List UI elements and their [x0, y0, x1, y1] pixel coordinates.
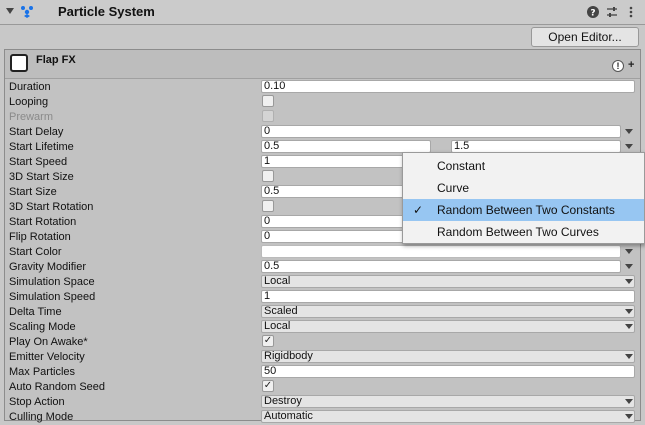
module-title: Flap FX [36, 54, 76, 66]
chevron-down-icon [625, 399, 633, 404]
row-prewarm: Prewarm [0, 110, 645, 125]
row-stop-action: Stop Action Destroy [0, 395, 645, 410]
3d-start-size-checkbox[interactable] [262, 170, 274, 182]
mode-dropdown-menu: Constant Curve ✓ Random Between Two Cons… [402, 152, 645, 244]
play-on-awake-checkbox[interactable]: ✓ [262, 335, 274, 347]
gravity-modifier-label: Gravity Modifier [9, 261, 87, 273]
start-delay-field[interactable]: 0 [261, 125, 621, 138]
auto-random-seed-label: Auto Random Seed [9, 381, 106, 393]
module-header[interactable]: Flap FX ! + [5, 50, 640, 79]
prewarm-label: Prewarm [9, 111, 54, 123]
start-rotation-label: Start Rotation [9, 216, 77, 228]
simulation-speed-label: Simulation Speed [9, 291, 96, 303]
scaling-mode-dropdown[interactable]: Local [261, 320, 635, 333]
delta-time-label: Delta Time [9, 306, 62, 318]
start-color-swatch[interactable] [261, 245, 621, 258]
start-lifetime-mode-dropdown-icon[interactable] [625, 144, 633, 149]
duration-field[interactable]: 0.10 [261, 80, 635, 93]
row-start-delay: Start Delay 0 [0, 125, 645, 140]
help-icon[interactable]: ? [586, 5, 600, 19]
looping-label: Looping [9, 96, 49, 108]
start-size-label: Start Size [9, 186, 57, 198]
module-color-swatch [10, 54, 28, 72]
start-color-mode-dropdown-icon[interactable] [625, 249, 633, 254]
row-simulation-space: Simulation Space Local [0, 275, 645, 290]
simulation-speed-field[interactable]: 1 [261, 290, 635, 303]
row-play-on-awake: Play On Awake* ✓ [0, 335, 645, 350]
checkmark-icon: ✓ [413, 203, 424, 217]
svg-text:?: ? [590, 9, 595, 19]
particle-system-icon [21, 6, 33, 18]
menu-item-label: Random Between Two Constants [437, 203, 615, 217]
chevron-down-icon [625, 309, 633, 314]
3d-start-size-label: 3D Start Size [9, 171, 74, 183]
row-scaling-mode: Scaling Mode Local [0, 320, 645, 335]
menu-item-label: Constant [437, 159, 486, 173]
more-icon[interactable] [624, 5, 638, 19]
chevron-down-icon [625, 354, 633, 359]
simulation-space-label: Simulation Space [9, 276, 95, 288]
menu-item-random-between-two-constants[interactable]: ✓ Random Between Two Constants [403, 199, 644, 221]
menu-item-random-between-two-curves[interactable]: Random Between Two Curves [403, 221, 644, 243]
row-max-particles: Max Particles 50 [0, 365, 645, 380]
row-looping: Looping [0, 95, 645, 110]
row-culling-mode: Culling Mode Automatic [0, 410, 645, 425]
row-auto-random-seed: Auto Random Seed ✓ [0, 380, 645, 395]
open-editor-bar: Open Editor... [0, 25, 645, 47]
row-delta-time: Delta Time Scaled [0, 305, 645, 320]
stop-action-dropdown[interactable]: Destroy [261, 395, 635, 408]
open-editor-button[interactable]: Open Editor... [531, 27, 639, 47]
stop-action-label: Stop Action [9, 396, 65, 408]
max-particles-field[interactable]: 50 [261, 365, 635, 378]
start-delay-label: Start Delay [9, 126, 64, 138]
menu-item-label: Curve [437, 181, 470, 195]
menu-item-curve[interactable]: Curve [403, 177, 644, 199]
looping-checkbox[interactable] [262, 95, 274, 107]
delta-time-dropdown[interactable]: Scaled [261, 305, 635, 318]
prewarm-checkbox [262, 110, 274, 122]
gravity-modifier-field[interactable]: 0.5 [261, 260, 621, 273]
menu-item-constant[interactable]: Constant [403, 155, 644, 177]
row-start-color: Start Color [0, 245, 645, 260]
chevron-down-icon [625, 324, 633, 329]
row-gravity-modifier: Gravity Modifier 0.5 [0, 260, 645, 275]
start-color-label: Start Color [9, 246, 62, 258]
scaling-mode-label: Scaling Mode [9, 321, 76, 333]
simulation-space-dropdown[interactable]: Local [261, 275, 635, 288]
culling-mode-label: Culling Mode [9, 411, 74, 423]
start-delay-mode-dropdown-icon[interactable] [625, 129, 633, 134]
flip-rotation-label: Flip Rotation [9, 231, 71, 243]
chevron-down-icon [625, 279, 633, 284]
settings-sliders-icon[interactable] [605, 5, 619, 19]
emitter-velocity-label: Emitter Velocity [9, 351, 85, 363]
component-header: Particle System ? [0, 0, 645, 25]
gravity-modifier-mode-dropdown-icon[interactable] [625, 264, 633, 269]
chevron-down-icon [625, 414, 633, 419]
culling-mode-dropdown[interactable]: Automatic [261, 410, 635, 423]
start-lifetime-label: Start Lifetime [9, 141, 74, 153]
duration-label: Duration [9, 81, 51, 93]
foldout-arrow-icon[interactable] [6, 8, 14, 14]
max-particles-label: Max Particles [9, 366, 76, 378]
start-speed-label: Start Speed [9, 156, 68, 168]
component-title: Particle System [58, 4, 155, 19]
3d-start-rotation-label: 3D Start Rotation [9, 201, 94, 213]
emitter-velocity-dropdown[interactable]: Rigidbody [261, 350, 635, 363]
row-simulation-speed: Simulation Speed 1 [0, 290, 645, 305]
3d-start-rotation-checkbox[interactable] [262, 200, 274, 212]
add-module-icon[interactable]: + [628, 59, 634, 71]
menu-item-label: Random Between Two Curves [437, 225, 599, 239]
row-duration: Duration 0.10 [0, 80, 645, 95]
play-on-awake-label: Play On Awake* [9, 336, 88, 348]
auto-random-seed-checkbox[interactable]: ✓ [262, 380, 274, 392]
warning-icon[interactable]: ! [612, 60, 624, 72]
row-emitter-velocity: Emitter Velocity Rigidbody [0, 350, 645, 365]
